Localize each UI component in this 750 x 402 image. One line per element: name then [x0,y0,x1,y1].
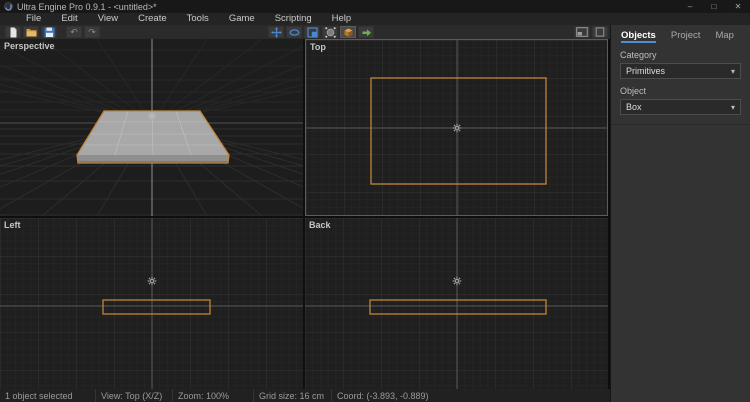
title-bar: Ultra Engine Pro 0.9.1 - <untitled>* – □… [0,0,750,13]
menu-create[interactable]: Create [128,13,177,25]
redo-icon: ↷ [88,26,96,37]
maximize-button[interactable]: □ [702,0,726,13]
menu-file[interactable]: File [16,13,51,25]
create-box-button[interactable] [340,26,356,38]
chevron-down-icon: ▾ [730,102,735,112]
split-viewport-button[interactable] [574,26,590,38]
undo-button[interactable]: ↶ [66,26,82,38]
menu-game[interactable]: Game [219,13,265,25]
menu-scripting[interactable]: Scripting [265,13,322,25]
single-viewport-button[interactable] [592,26,608,38]
viewport-grid: Perspective Top Left Back [0,39,610,389]
viewport-top[interactable]: Top [305,39,608,216]
viewport-left[interactable]: Left [0,218,303,389]
panel-divider [611,124,750,125]
sphere-select-icon [324,26,336,38]
run-game-button[interactable] [358,26,374,38]
menu-tools[interactable]: Tools [177,13,219,25]
status-bar: 1 object selected View: Top (X/Z) Zoom: … [0,389,610,402]
open-folder-icon [26,28,36,36]
status-view: View: Top (X/Z) [95,389,172,402]
category-value: Primitives [626,66,666,76]
window-title: Ultra Engine Pro 0.9.1 - <untitled>* [17,1,157,12]
status-zoom: Zoom: 100% [172,389,253,402]
scale-tool-icon [306,26,318,38]
tab-objects[interactable]: Objects [621,30,656,43]
rotate-tool-icon [289,28,299,36]
minimize-button[interactable]: – [678,0,702,13]
menu-bar: File Edit View Create Tools Game Scripti… [0,13,750,25]
create-box-icon [344,28,352,37]
close-button[interactable]: ✕ [726,0,750,13]
move-tool-icon [270,26,282,38]
perspective-canvas[interactable] [0,39,303,216]
chevron-down-icon: ▾ [730,66,735,76]
category-dropdown[interactable]: Primitives ▾ [620,63,741,79]
redo-button[interactable]: ↷ [84,26,100,38]
viewport-top-label: Top [310,42,326,52]
viewport-back[interactable]: Back [305,218,608,389]
split-viewport-icon [576,27,588,37]
viewport-perspective[interactable]: Perspective [0,39,303,216]
object-dropdown[interactable]: Box ▾ [620,99,741,115]
toolbar: ↶ ↷ [0,25,610,39]
top-canvas[interactable] [306,40,607,215]
save-icon [44,27,54,37]
viewport-left-label: Left [4,220,21,230]
menu-help[interactable]: Help [322,13,362,25]
menu-edit[interactable]: Edit [51,13,87,25]
side-panel: Objects Project Map Category Primitives … [610,25,750,402]
run-game-icon [362,28,371,36]
viewport-back-label: Back [309,220,331,230]
status-grid-size: Grid size: 16 cm [253,389,331,402]
new-file-button[interactable] [5,26,21,38]
viewport-perspective-label: Perspective [4,41,55,51]
panel-tabs: Objects Project Map [611,25,750,43]
open-button[interactable] [23,26,39,38]
undo-icon: ↶ [70,26,78,37]
save-button[interactable] [41,26,57,38]
left-canvas[interactable] [0,218,303,389]
back-canvas[interactable] [305,218,608,389]
sphere-select-button[interactable] [322,26,338,38]
single-viewport-icon [595,27,605,37]
tab-map[interactable]: Map [715,30,733,43]
rotate-tool-button[interactable] [286,26,302,38]
scale-tool-button[interactable] [304,26,320,38]
menu-view[interactable]: View [88,13,128,25]
new-file-icon [10,27,16,37]
app-icon [4,2,13,11]
status-coord: Coord: (-3.893, -0.889) [331,389,610,402]
category-label: Category [620,50,657,60]
status-selection: 1 object selected [5,390,73,401]
tab-project[interactable]: Project [671,30,701,43]
object-value: Box [626,102,642,112]
object-label: Object [620,86,647,96]
move-tool-button[interactable] [268,26,284,38]
